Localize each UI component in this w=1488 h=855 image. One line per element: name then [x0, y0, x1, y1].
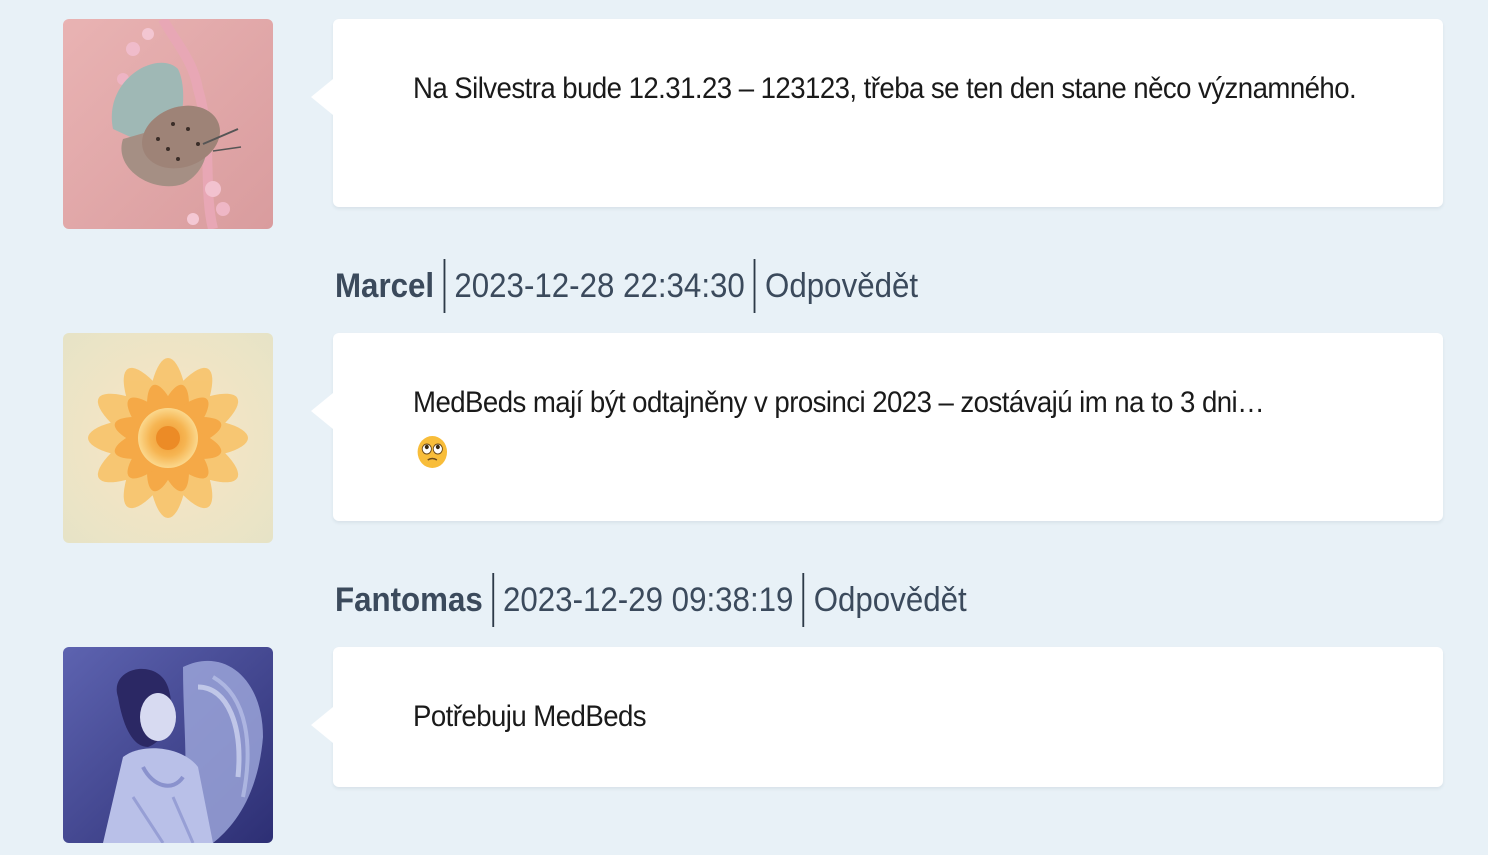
reply-link[interactable]: Odpovědět — [804, 581, 967, 620]
comment-text: Na Silvestra bude 12.31.23 – 123123, tře… — [413, 72, 1357, 105]
comment-text: MedBeds mají být odtajněny v prosinci 20… — [413, 386, 1265, 419]
comment-card: Potřebuju MedBeds — [311, 647, 1443, 787]
comment-text: Potřebuju MedBeds — [413, 700, 647, 733]
angel-avatar — [63, 647, 273, 843]
comment-author[interactable]: Fantomas — [335, 581, 492, 620]
comment-card: Na Silvestra bude 12.31.23 – 123123, tře… — [311, 19, 1443, 207]
comment-card: MedBeds mají být odtajněny v prosinci 20… — [311, 333, 1443, 521]
reply-link[interactable]: Odpovědět — [756, 267, 918, 306]
comment-text-block: MedBeds mají být odtajněny v prosinci 20… — [413, 379, 1361, 475]
flower-avatar — [63, 333, 273, 543]
comment-date[interactable]: 2023-12-28 22:34:30 — [445, 267, 754, 306]
comment-meta: Fantomas 2023-12-29 09:38:19 Odpovědět — [335, 573, 967, 627]
butterfly-avatar — [63, 19, 273, 229]
comment-meta: Marcel 2023-12-28 22:34:30 Odpovědět — [335, 259, 918, 313]
rolling-eyes-emoji — [417, 436, 448, 469]
comment-date[interactable]: 2023-12-29 09:38:19 — [494, 581, 803, 620]
comment-author[interactable]: Marcel — [335, 267, 443, 306]
